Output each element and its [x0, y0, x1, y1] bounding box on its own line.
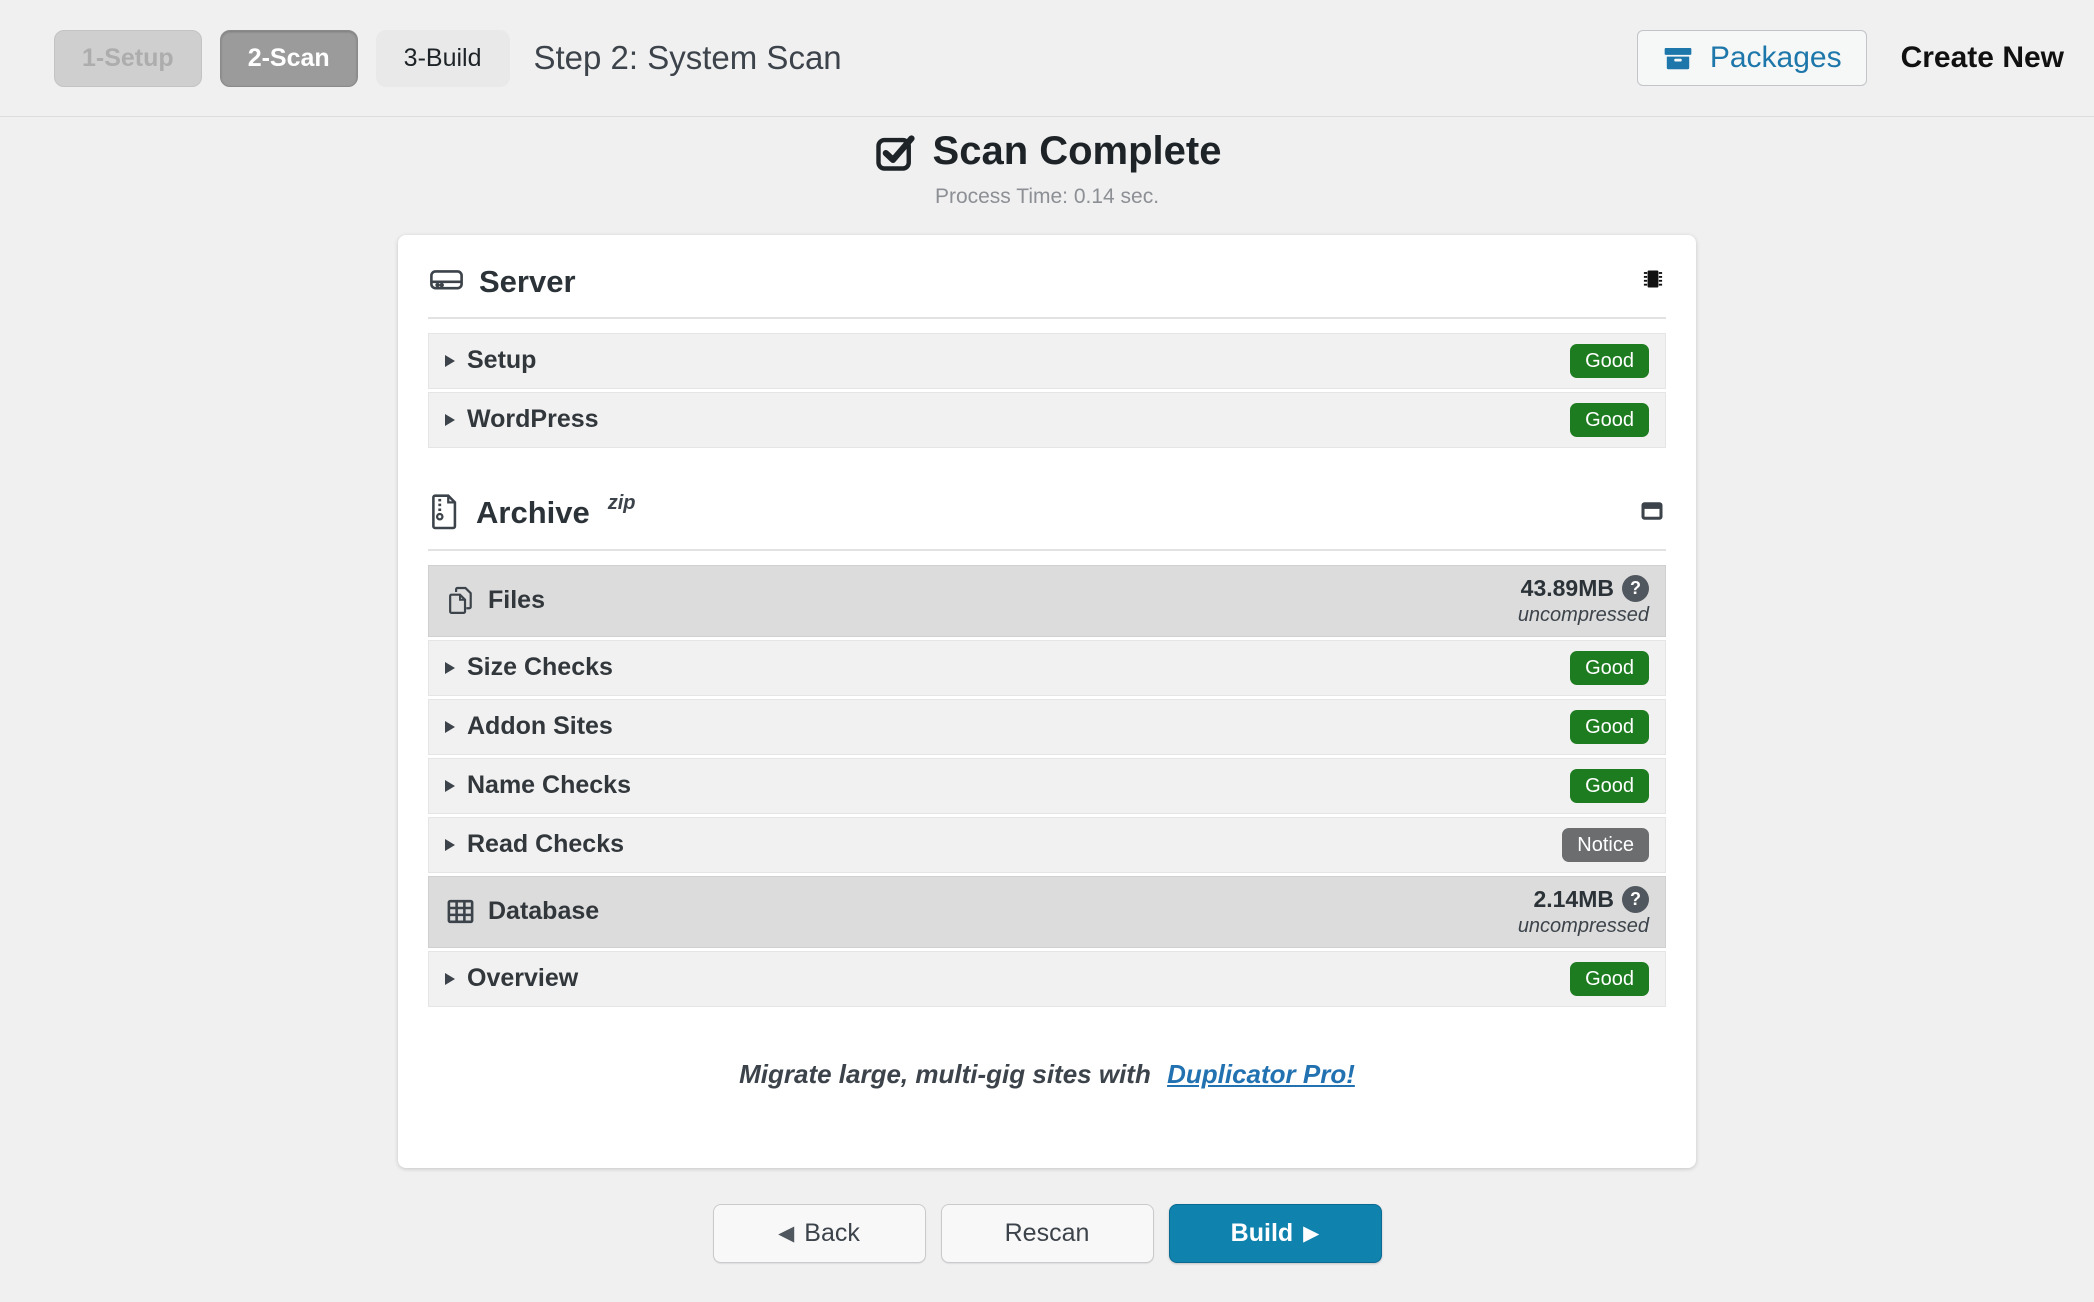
page-title: Step 2: System Scan	[533, 39, 842, 76]
scan-row-setup[interactable]: Setup Good	[428, 332, 1666, 389]
rescan-button[interactable]: Rescan	[940, 1203, 1154, 1263]
database-group-label: Database	[488, 897, 600, 925]
caret-right-icon	[445, 354, 455, 367]
footer-buttons: ◀ Back Rescan Build ▶	[0, 1203, 2094, 1263]
files-size-value: 43.89MB	[1520, 574, 1614, 601]
files-group-row: Files 43.89MB ? uncompressed	[428, 564, 1666, 637]
header-right: Packages Create New	[1636, 30, 2064, 86]
database-size-block: 2.14MB ? uncompressed	[1517, 885, 1649, 938]
files-size-block: 43.89MB ? uncompressed	[1517, 574, 1649, 627]
row-label: Read Checks	[467, 830, 625, 858]
caret-right-icon	[445, 838, 455, 851]
status-badge: Good	[1570, 709, 1649, 744]
archive-box-icon	[1662, 42, 1694, 74]
process-time: Process Time: 0.14 sec.	[934, 184, 1160, 208]
help-icon[interactable]: ?	[1622, 885, 1649, 913]
server-section-title: Server	[479, 263, 576, 299]
hard-drive-icon	[428, 261, 465, 303]
caret-right-icon	[445, 972, 455, 985]
status-badge: Good	[1570, 650, 1649, 685]
row-label: Addon Sites	[467, 712, 613, 740]
files-group-left: Files	[445, 585, 545, 616]
tab-build[interactable]: 3-Build	[375, 29, 510, 87]
row-label: Overview	[467, 964, 579, 992]
scan-row-wordpress[interactable]: WordPress Good	[428, 391, 1666, 448]
scan-row-size-checks[interactable]: Size Checks Good	[428, 639, 1666, 696]
archive-divider	[428, 548, 1666, 551]
database-size-value: 2.14MB	[1533, 885, 1614, 912]
build-button[interactable]: Build ▶	[1168, 1203, 1382, 1263]
promo-text: Migrate large, multi-gig sites with	[739, 1058, 1151, 1089]
status-badge: Notice	[1562, 827, 1649, 862]
server-divider	[428, 316, 1666, 319]
row-label: WordPress	[467, 405, 599, 433]
archive-format-label: zip	[607, 491, 636, 514]
packages-label: Packages	[1709, 41, 1842, 74]
server-section-header: Server	[428, 261, 1666, 303]
scan-row-read-checks[interactable]: Read Checks Notice	[428, 816, 1666, 873]
help-icon[interactable]: ?	[1622, 574, 1649, 602]
status-badge: Good	[1570, 343, 1649, 378]
build-arrow-icon: ▶	[1303, 1221, 1320, 1245]
database-size-note: uncompressed	[1517, 914, 1649, 937]
status-badge: Good	[1570, 402, 1649, 437]
back-label: Back	[804, 1218, 860, 1247]
top-header: 1-Setup 2-Scan 3-Build Step 2: System Sc…	[0, 0, 2094, 117]
scan-row-overview[interactable]: Overview Good	[428, 950, 1666, 1007]
archive-section-header: Archive zip	[428, 492, 1666, 535]
database-group-row: Database 2.14MB ? uncompressed	[428, 875, 1666, 948]
check-square-icon	[873, 130, 917, 174]
scan-row-name-checks[interactable]: Name Checks Good	[428, 757, 1666, 814]
microchip-icon	[1640, 266, 1666, 297]
archive-section-title: Archive	[476, 495, 590, 530]
row-label: Setup	[467, 346, 537, 374]
promo-message: Migrate large, multi-gig sites with Dupl…	[428, 1059, 1666, 1090]
scan-status: Scan Complete Process Time: 0.14 sec.	[0, 117, 2094, 209]
packages-button[interactable]: Packages	[1636, 30, 1867, 86]
scan-results-card: Server Setup Good WordPress Good Archive…	[398, 234, 1696, 1168]
status-badge: Good	[1570, 961, 1649, 996]
scan-complete-title: Scan Complete	[932, 129, 1222, 173]
step-tabs: 1-Setup 2-Scan 3-Build	[54, 29, 510, 87]
rescan-label: Rescan	[1004, 1218, 1090, 1247]
scan-row-addon-sites[interactable]: Addon Sites Good	[428, 698, 1666, 755]
copy-files-icon	[445, 585, 476, 616]
row-label: Name Checks	[467, 771, 631, 799]
back-arrow-icon: ◀	[778, 1221, 795, 1245]
back-button[interactable]: ◀ Back	[712, 1203, 926, 1263]
row-label: Size Checks	[467, 653, 613, 681]
create-new-label: Create New	[1900, 41, 2064, 74]
duplicator-scan-page: 1-Setup 2-Scan 3-Build Step 2: System Sc…	[0, 0, 2094, 1302]
server-section: Server Setup Good WordPress Good	[428, 261, 1666, 448]
tab-setup[interactable]: 1-Setup	[54, 29, 202, 87]
caret-right-icon	[445, 779, 455, 792]
archive-section: Archive zip Files 43.89MB ? uncompressed…	[428, 492, 1666, 1007]
database-group-left: Database	[445, 896, 599, 927]
window-maximize-icon	[1638, 497, 1666, 530]
file-archive-icon	[428, 492, 462, 535]
files-group-label: Files	[488, 586, 545, 614]
files-size-note: uncompressed	[1517, 603, 1649, 626]
status-badge: Good	[1570, 768, 1649, 803]
duplicator-pro-link[interactable]: Duplicator Pro!	[1167, 1059, 1355, 1089]
caret-right-icon	[445, 661, 455, 674]
build-label: Build	[1230, 1218, 1294, 1247]
caret-right-icon	[445, 413, 455, 426]
caret-right-icon	[445, 720, 455, 733]
table-icon	[445, 896, 476, 927]
tab-scan[interactable]: 2-Scan	[219, 29, 358, 87]
scan-complete-heading: Scan Complete	[873, 129, 1222, 174]
